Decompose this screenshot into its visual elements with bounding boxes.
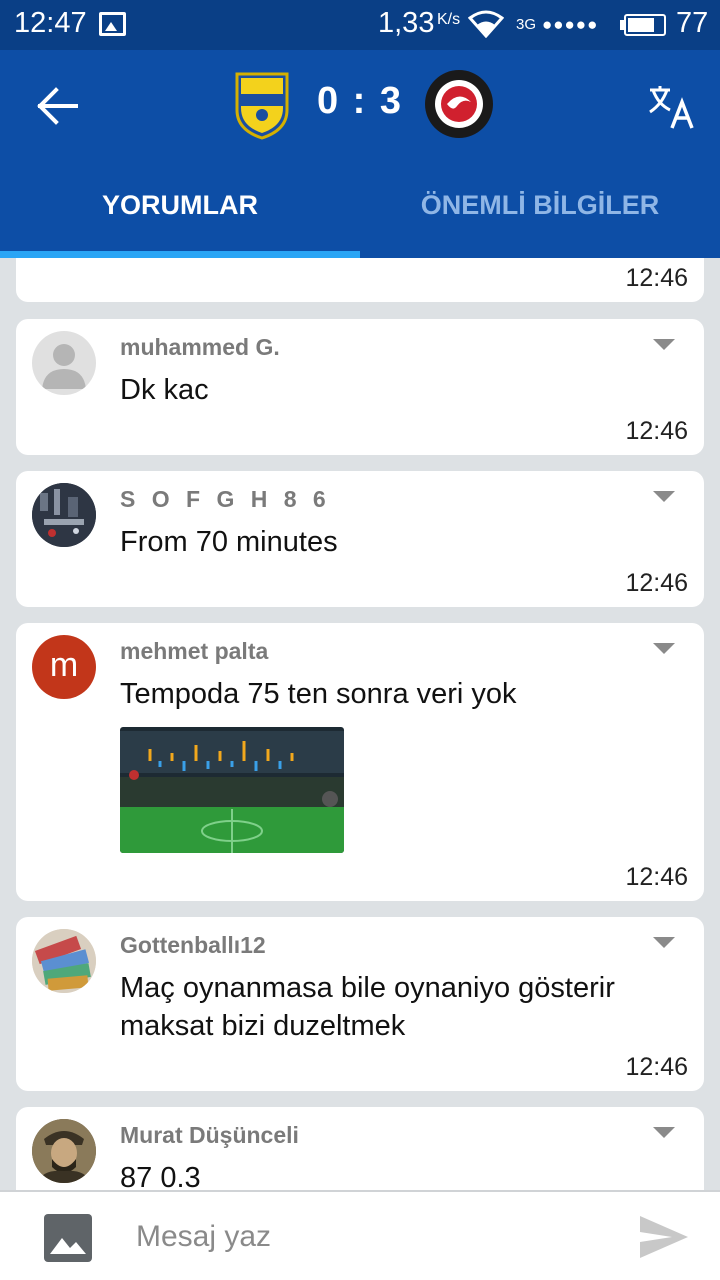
battery-level: 77: [676, 7, 709, 39]
comment-text: Tempoda 75 ten sonra veri yok: [120, 678, 517, 710]
comment-text: 87 0.3: [120, 1162, 201, 1190]
chevron-down-icon[interactable]: [653, 937, 675, 948]
avatar[interactable]: [32, 1119, 96, 1183]
home-team-logo[interactable]: [233, 70, 291, 140]
avatar[interactable]: [32, 331, 96, 395]
comment-author[interactable]: S O F G H 8 6: [120, 486, 331, 513]
translate-icon[interactable]: [648, 84, 696, 130]
photo-avatar-icon: [32, 1119, 96, 1183]
wifi-icon: [468, 10, 504, 38]
status-speed-unit: K/s: [437, 11, 461, 28]
tab-comments[interactable]: YORUMLAR: [0, 190, 360, 221]
comment-time: 12:46: [625, 417, 688, 445]
attachment-image[interactable]: [120, 727, 344, 853]
default-avatar-icon: [42, 344, 86, 389]
battery-icon: [624, 14, 666, 36]
image-icon[interactable]: [44, 1214, 92, 1262]
send-icon[interactable]: [638, 1214, 690, 1260]
image-notification-icon: [99, 12, 126, 36]
comment-card: Murat Düşünceli 87 0.3: [16, 1107, 704, 1190]
battery-fill: [628, 18, 654, 32]
signal-icon: ●●●●●: [542, 15, 599, 34]
away-team-logo[interactable]: [423, 68, 495, 140]
comment-card: muhammed G. Dk kac 12:46: [16, 319, 704, 455]
status-network: 3G: [516, 16, 537, 33]
chevron-down-icon[interactable]: [653, 339, 675, 350]
comment-author[interactable]: mehmet palta: [120, 638, 268, 665]
tab-indicator: [0, 251, 360, 258]
comment-feed[interactable]: 12:46 muhammed G. Dk kac 12:46 S O F G H…: [0, 258, 720, 1190]
comment-text: Maç oynanmasa bile oynaniyo gösterir mak…: [120, 972, 615, 1042]
match-header: 0 : 3 YORUMLAR ÖNEMLİ BİLGİLER: [0, 50, 720, 258]
comment-text: Dk kac: [120, 374, 209, 406]
comment-time: 12:46: [625, 264, 688, 292]
message-input[interactable]: [136, 1220, 606, 1254]
chevron-down-icon[interactable]: [653, 491, 675, 502]
comment-time: 12:46: [625, 569, 688, 597]
status-speed: 1,33: [378, 7, 435, 39]
comment-author[interactable]: Gottenballı12: [120, 932, 266, 959]
status-time: 12:47: [14, 7, 87, 39]
avatar[interactable]: [32, 929, 96, 993]
comment-text: From 70 minutes: [120, 526, 338, 558]
comment-card: m mehmet palta Tempoda 75 ten sonra veri…: [16, 623, 704, 901]
comment-time: 12:46: [625, 863, 688, 891]
avatar-letter: m: [49, 646, 79, 684]
comment-card: 12:46: [16, 258, 704, 302]
chevron-down-icon[interactable]: [653, 1127, 675, 1138]
avatar[interactable]: [32, 483, 96, 547]
photo-avatar-icon: [32, 929, 96, 993]
message-composer: [0, 1190, 720, 1280]
avatar[interactable]: m: [32, 635, 96, 699]
chevron-down-icon[interactable]: [653, 643, 675, 654]
comment-author[interactable]: muhammed G.: [120, 334, 280, 361]
comment-card: S O F G H 8 6 From 70 minutes 12:46: [16, 471, 704, 607]
comment-card: Gottenballı12 Maç oynanmasa bile oynaniy…: [16, 917, 704, 1091]
status-bar: 12:47 1,33 K/s 3G ●●●●● 77: [0, 0, 720, 50]
tab-important-info[interactable]: ÖNEMLİ BİLGİLER: [360, 190, 720, 221]
gallery-glyph: [50, 1238, 86, 1254]
match-score: 0 : 3: [316, 80, 404, 122]
comment-time: 12:46: [625, 1053, 688, 1081]
arrow-left-icon[interactable]: [36, 86, 80, 126]
comment-author[interactable]: Murat Düşünceli: [120, 1122, 299, 1149]
photo-avatar-icon: [32, 483, 96, 547]
